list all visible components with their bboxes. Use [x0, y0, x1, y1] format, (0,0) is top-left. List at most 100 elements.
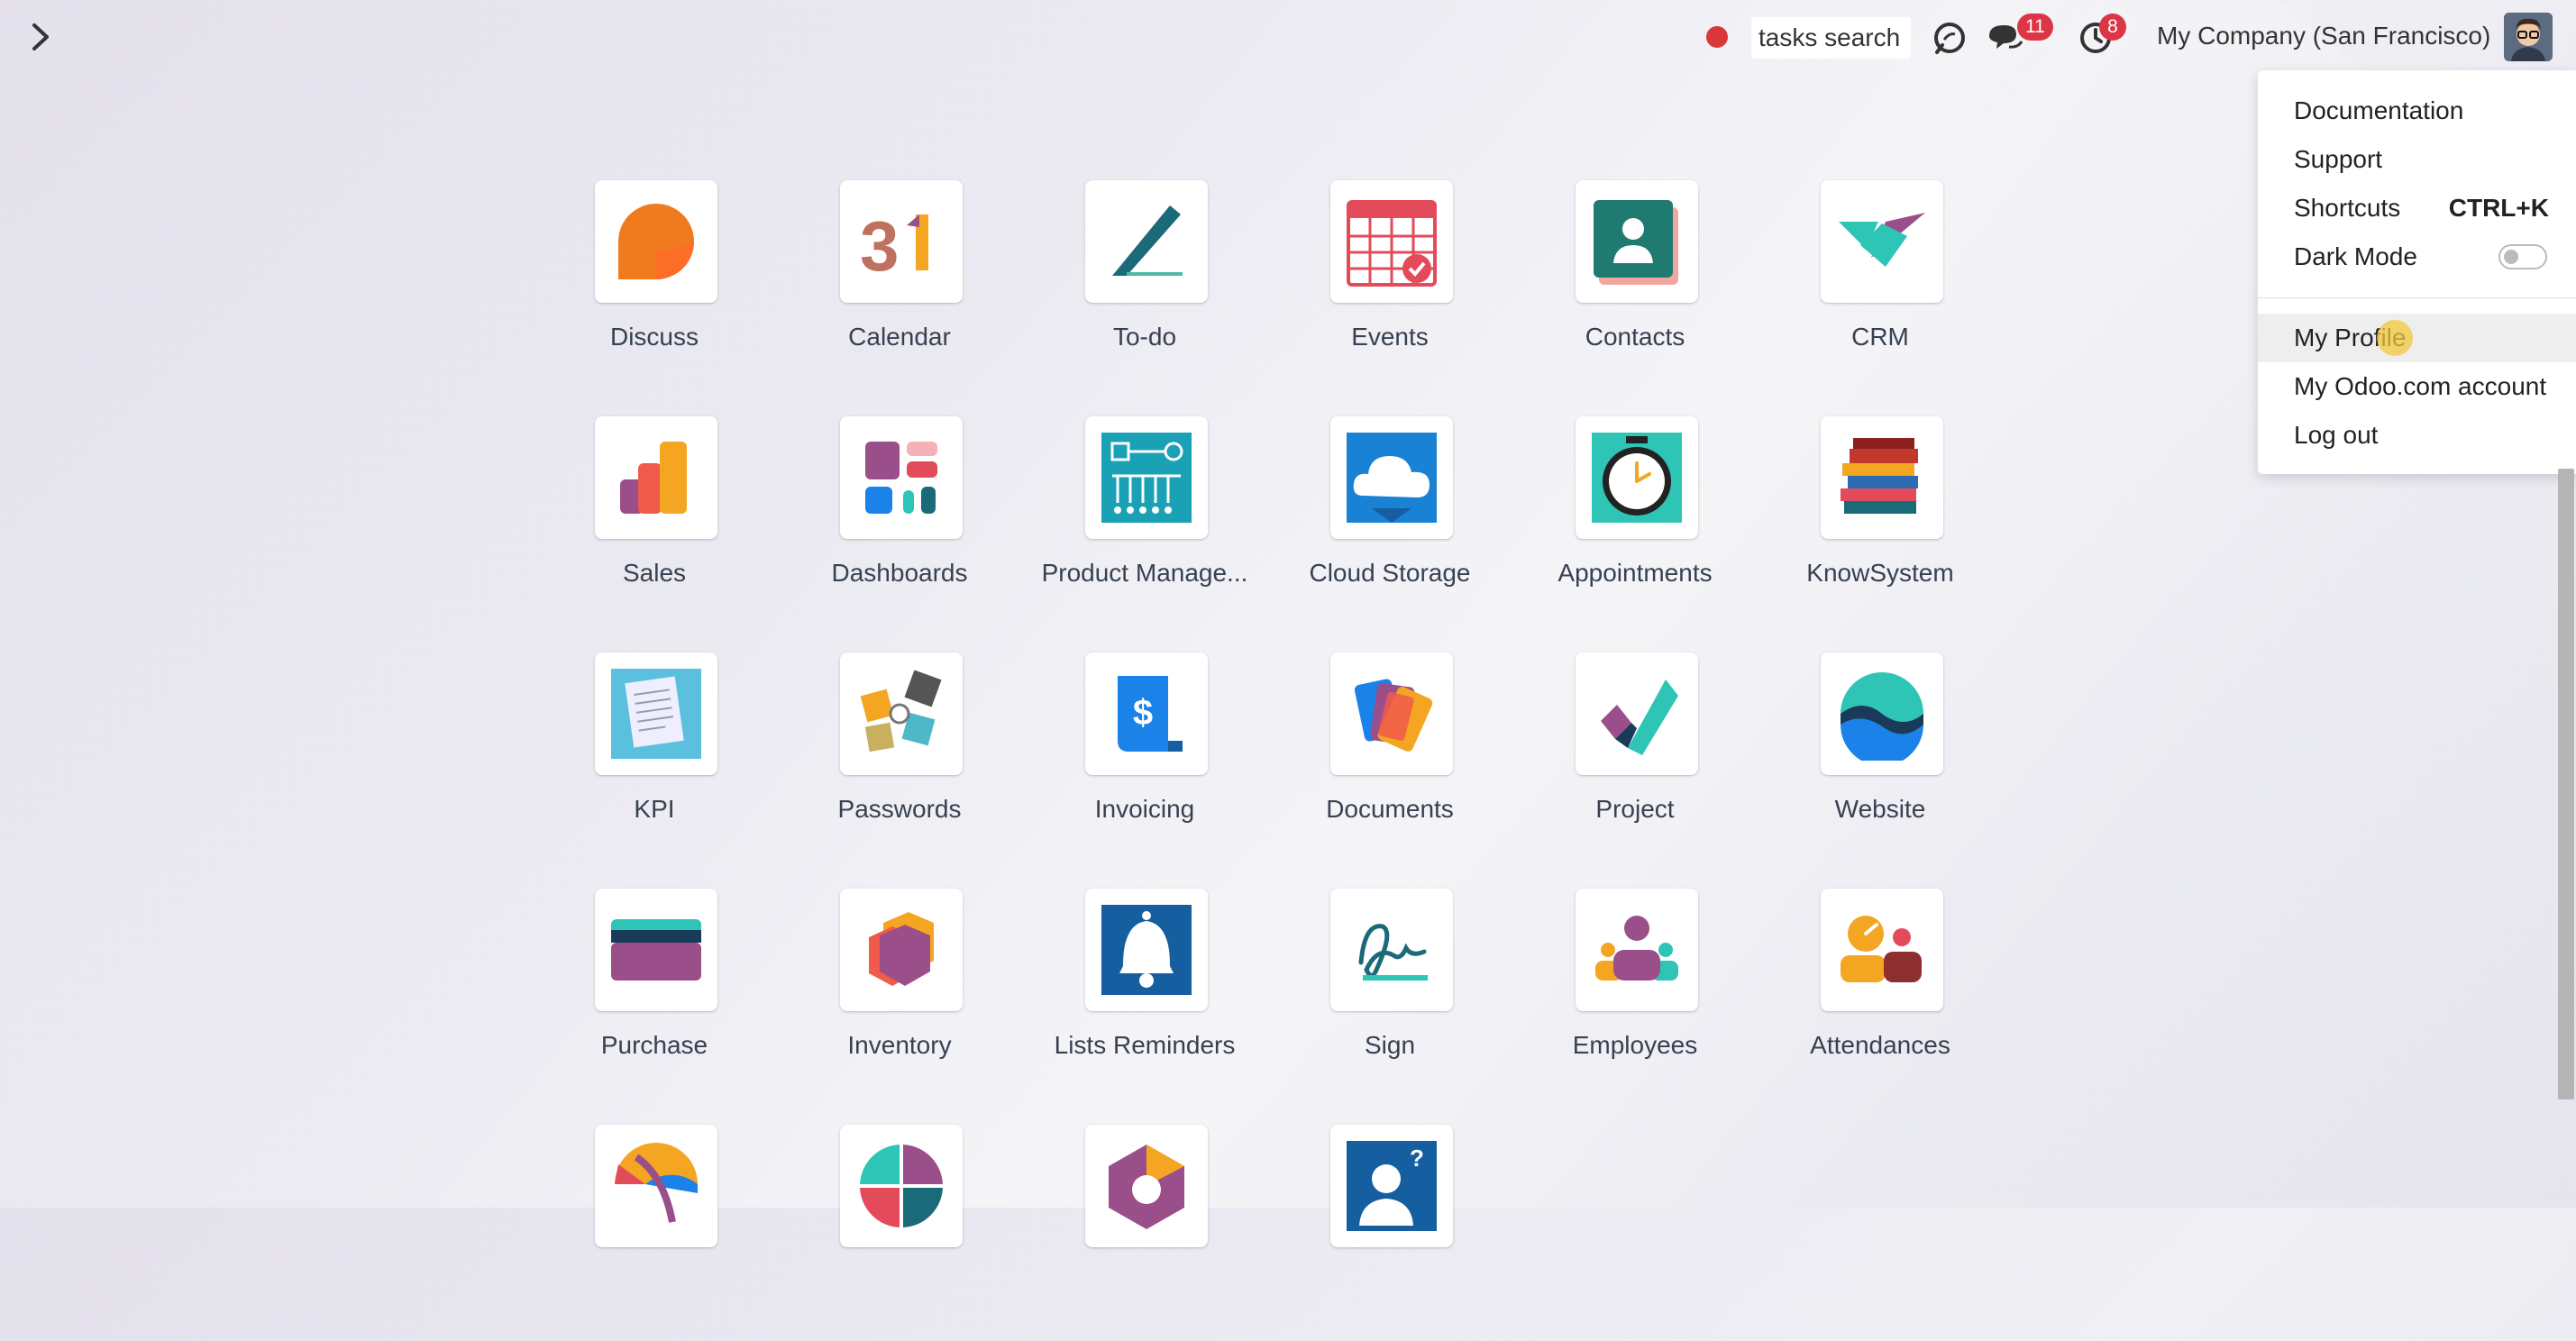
app-label: Purchase [600, 1031, 708, 1059]
app-helpdesk[interactable]: ? [1267, 1125, 1512, 1341]
app-knowsystem[interactable]: KnowSystem [1758, 416, 2003, 633]
svg-text:3: 3 [860, 206, 899, 286]
menu-item-my-profile[interactable]: My Profile [2258, 314, 2576, 362]
app-crm[interactable]: CRM [1758, 180, 2003, 397]
app-employees[interactable]: Employees [1512, 889, 1758, 1105]
menu-divider [2258, 297, 2576, 298]
helpdesk-icon: ? [1330, 1125, 1453, 1247]
appointments-icon [1576, 416, 1698, 539]
invoicing-icon: $ [1085, 652, 1208, 775]
lists-reminders-icon [1085, 889, 1208, 1011]
app-label: Attendances [1810, 1031, 1950, 1059]
activities-count-badge: 8 [2099, 14, 2126, 41]
menu-item-odoo-account[interactable]: My Odoo.com account [2258, 362, 2576, 411]
documents-icon [1330, 652, 1453, 775]
planning-icon [840, 1125, 963, 1247]
shortcuts-label: Shortcuts [2294, 194, 2401, 222]
app-contacts[interactable]: Contacts [1512, 180, 1758, 397]
app-kpi[interactable]: KPI [532, 652, 777, 869]
app-inventory[interactable]: Inventory [777, 889, 1022, 1105]
messages-count-badge: 11 [2017, 14, 2053, 41]
app-label: Sales [622, 559, 687, 587]
app-label: To-do [1112, 323, 1177, 351]
app-dashboards[interactable]: Dashboards [777, 416, 1022, 633]
menu-item-dark-mode[interactable]: Dark Mode [2258, 233, 2576, 281]
app-label: Documents [1326, 795, 1454, 823]
menu-item-log-out[interactable]: Log out [2258, 411, 2576, 460]
app-invoicing[interactable]: $ Invoicing [1022, 652, 1267, 869]
user-avatar[interactable] [2504, 13, 2553, 61]
events-icon [1330, 180, 1453, 303]
inventory-icon [840, 889, 963, 1011]
app-calendar[interactable]: 3 3 Calendar [777, 180, 1022, 397]
app-project[interactable]: Project [1512, 652, 1758, 869]
invoicing-dollar-glyph: $ [1133, 693, 1153, 733]
app-label: Cloud Storage [1309, 559, 1471, 587]
app-label: Product Manage... [1041, 559, 1248, 587]
app-label: Invoicing [1094, 795, 1195, 823]
app-label: CRM [1851, 323, 1909, 351]
app-label: Project [1595, 795, 1675, 823]
todo-icon [1085, 180, 1208, 303]
app-label: Website [1834, 795, 1926, 823]
attendances-icon [1821, 889, 1943, 1011]
time-off-icon [595, 1125, 717, 1247]
shortcuts-key-hint: CTRL+K [2448, 194, 2549, 222]
app-documents[interactable]: Documents [1267, 652, 1512, 869]
user-menu-dropdown: Documentation Support Shortcuts CTRL+K D… [2258, 70, 2576, 474]
project-icon [1576, 652, 1698, 775]
app-sign[interactable]: Sign [1267, 889, 1512, 1105]
recording-indicator-icon[interactable] [1706, 26, 1728, 48]
app-label: Passwords [837, 795, 962, 823]
referrals-icon [1085, 1125, 1208, 1247]
app-label: Events [1351, 323, 1429, 351]
app-label: Calendar [848, 323, 951, 351]
app-sales[interactable]: Sales [532, 416, 777, 633]
contacts-icon [1576, 180, 1698, 303]
app-website[interactable]: Website [1758, 652, 2003, 869]
app-label: Lists Reminders [1054, 1031, 1236, 1059]
company-switcher[interactable]: My Company (San Francisco) [2157, 22, 2490, 50]
app-label: KPI [634, 795, 675, 823]
employees-icon [1576, 889, 1698, 1011]
page-scrollbar[interactable] [2558, 469, 2574, 1099]
app-label: KnowSystem [1806, 559, 1954, 587]
app-cloud-storage[interactable]: Cloud Storage [1267, 416, 1512, 633]
dark-mode-toggle[interactable] [2498, 244, 2547, 269]
helpdesk-question-glyph: ? [1410, 1145, 1424, 1172]
sign-icon [1330, 889, 1453, 1011]
voip-phone-icon[interactable] [1930, 18, 1969, 58]
app-passwords[interactable]: Passwords [777, 652, 1022, 869]
knowsystem-icon [1821, 416, 1943, 539]
app-todo[interactable]: To-do [1022, 180, 1267, 397]
app-referrals[interactable] [1022, 1125, 1267, 1341]
app-time-off[interactable] [532, 1125, 777, 1341]
purchase-icon [595, 889, 717, 1011]
app-discuss[interactable]: Discuss [532, 180, 777, 397]
app-label: Dashboards [831, 559, 968, 587]
menu-item-support[interactable]: Support [2258, 135, 2576, 184]
app-label: Sign [1364, 1031, 1416, 1059]
website-icon [1821, 652, 1943, 775]
menu-item-shortcuts[interactable]: Shortcuts CTRL+K [2258, 184, 2576, 233]
systray: tasks search 11 8 My Company (San Franci… [0, 0, 2576, 77]
app-label: Employees [1572, 1031, 1698, 1059]
app-lists-reminders[interactable]: Lists Reminders [1022, 889, 1267, 1105]
discuss-icon [595, 180, 717, 303]
app-product-management[interactable]: Product Manage... [1022, 416, 1267, 633]
app-purchase[interactable]: Purchase [532, 889, 777, 1105]
cloud-storage-icon [1330, 416, 1453, 539]
passwords-icon [840, 652, 963, 775]
crm-icon [1821, 180, 1943, 303]
menu-item-documentation[interactable]: Documentation [2258, 87, 2576, 135]
app-planning[interactable] [777, 1125, 1022, 1341]
tasks-search-text: tasks search [1758, 23, 1901, 51]
app-label: Contacts [1585, 323, 1685, 351]
app-label: Discuss [609, 323, 699, 351]
tasks-search-field[interactable]: tasks search [1751, 17, 1911, 59]
app-appointments[interactable]: Appointments [1512, 416, 1758, 633]
calendar-icon: 3 3 [840, 180, 963, 303]
app-attendances[interactable]: Attendances [1758, 889, 2003, 1105]
app-label: Appointments [1557, 559, 1713, 587]
app-events[interactable]: Events [1267, 180, 1512, 397]
